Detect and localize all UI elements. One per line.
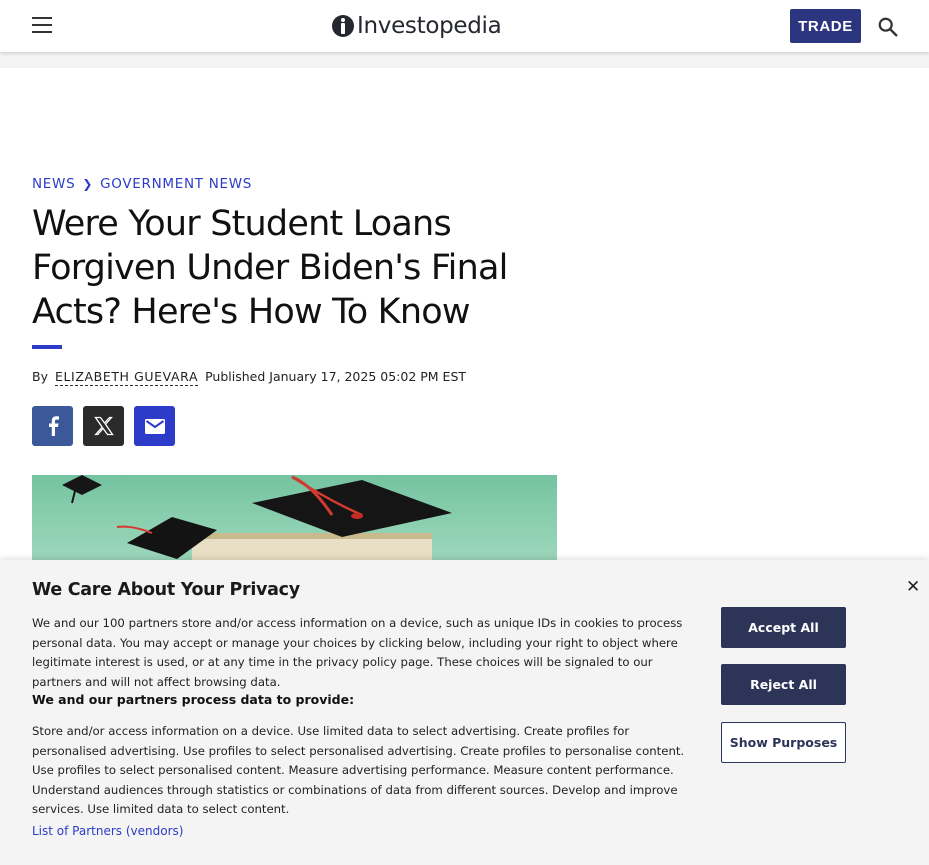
privacy-title: We Care About Your Privacy: [32, 580, 300, 600]
email-icon: [144, 418, 165, 434]
accept-all-button[interactable]: Accept All: [721, 607, 846, 648]
reject-all-button[interactable]: Reject All: [721, 664, 846, 705]
x-share-button[interactable]: [83, 406, 124, 446]
show-purposes-button[interactable]: Show Purposes: [721, 722, 846, 763]
site-header: Investopedia TRADE: [0, 0, 929, 52]
breadcrumb-item-government-news[interactable]: GOVERNMENT NEWS: [100, 176, 252, 192]
facebook-icon: [48, 416, 59, 436]
partners-link[interactable]: List of Partners (vendors): [32, 824, 183, 838]
publish-date: Published January 17, 2025 05:02 PM EST: [205, 369, 467, 384]
facebook-share-button[interactable]: [32, 406, 73, 446]
investopedia-logo-icon: [332, 15, 354, 37]
site-logo[interactable]: Investopedia: [332, 11, 502, 41]
privacy-consent-banner: We Care About Your Privacy ✕ We and our …: [0, 560, 929, 865]
close-icon[interactable]: ✕: [906, 577, 920, 597]
breadcrumb-item-news[interactable]: NEWS: [32, 176, 75, 192]
breadcrumb: NEWS ❯ GOVERNMENT NEWS: [32, 176, 252, 192]
x-twitter-icon: [93, 416, 114, 436]
article-title: Were Your Student Loans Forgiven Under B…: [32, 204, 508, 332]
privacy-subheading: We and our partners process data to prov…: [32, 692, 355, 707]
logo-text: Investopedia: [357, 13, 502, 39]
trade-button[interactable]: TRADE: [790, 9, 861, 43]
chevron-right-icon: ❯: [82, 177, 94, 191]
by-label: By: [32, 369, 48, 384]
byline: By ELIZABETH GUEVARA Published January 1…: [32, 369, 466, 386]
author-link[interactable]: ELIZABETH GUEVARA: [54, 369, 199, 386]
ad-placeholder-band: [0, 52, 929, 68]
privacy-purposes: Store and/or access information on a dev…: [32, 724, 685, 816]
hamburger-menu-icon[interactable]: [32, 17, 52, 35]
privacy-body: We and our 100 partners store and/or acc…: [32, 616, 683, 689]
hero-image: [32, 475, 557, 565]
email-share-button[interactable]: [134, 406, 175, 446]
search-icon[interactable]: [877, 16, 899, 38]
share-bar: [32, 406, 185, 446]
title-accent-bar: [32, 345, 62, 349]
